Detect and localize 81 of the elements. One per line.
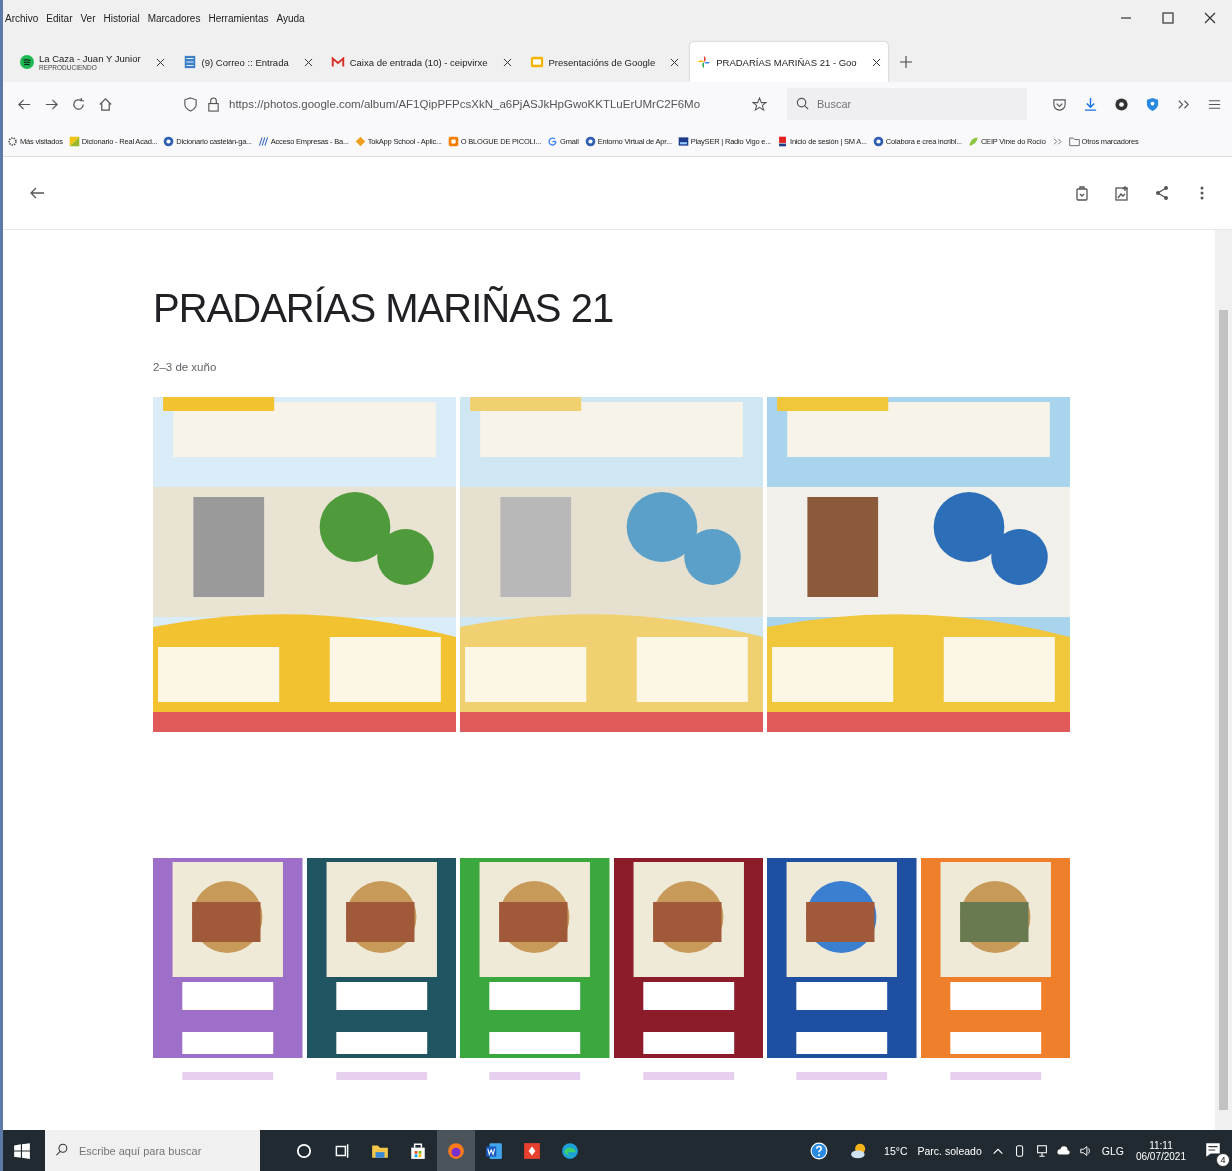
- clock-date: 06/07/2021: [1135, 1150, 1186, 1162]
- share-icon[interactable]: [1154, 185, 1170, 201]
- tab-title: PRADARÍAS MARIÑAS 21 - Goo: [716, 56, 857, 68]
- temperature: 15°C: [884, 1144, 908, 1157]
- book-icon: [68, 135, 80, 147]
- task-view-icon[interactable]: [333, 1141, 351, 1160]
- mail-icon: [182, 55, 197, 69]
- menu-item[interactable]: Herramientas: [208, 12, 269, 24]
- google-icon: [547, 135, 559, 147]
- music-icon: [20, 55, 34, 69]
- browser-tab[interactable]: Caixa de entrada (10) - ceipvirxe: [323, 42, 519, 82]
- shield-icon: [183, 96, 198, 112]
- menu-item[interactable]: Editar: [46, 12, 73, 24]
- scrollbar[interactable]: [1215, 230, 1232, 1130]
- maximize-icon[interactable]: [1162, 12, 1174, 24]
- download-icon[interactable]: [1083, 96, 1098, 112]
- menu-item[interactable]: Archivo: [5, 12, 39, 24]
- close-icon[interactable]: [670, 57, 680, 67]
- menu-item[interactable]: Marcadores: [147, 12, 201, 24]
- close-icon[interactable]: [871, 57, 881, 67]
- star-icon[interactable]: [752, 96, 767, 112]
- gear-icon: [7, 135, 18, 147]
- notification-count: 4: [1216, 1152, 1230, 1167]
- folder-icon: [1068, 135, 1080, 147]
- notification-icon[interactable]: [1204, 1140, 1222, 1159]
- volume-icon[interactable]: [1078, 1143, 1093, 1158]
- menu-item[interactable]: Ver: [80, 12, 96, 24]
- home-icon[interactable]: [98, 96, 113, 112]
- store-icon[interactable]: [409, 1141, 427, 1160]
- diamond-icon: [354, 135, 366, 147]
- clock[interactable]: 11:11 06/07/2021: [1135, 1139, 1186, 1162]
- search-field[interactable]: Buscar: [787, 88, 1027, 120]
- word-icon[interactable]: [485, 1141, 503, 1160]
- pinwheel-icon: [697, 55, 712, 69]
- address-field[interactable]: https://photos.google.com/album/AF1QipPFPcsXkN_a6PjASJkHpGwoKKTLuErUMrC2F6Mo: [175, 88, 775, 120]
- cloud-icon[interactable]: [1056, 1143, 1071, 1158]
- globe-icon: [872, 135, 884, 147]
- firefox-icon[interactable]: [447, 1141, 465, 1160]
- clock-time: 11:11: [1149, 1139, 1173, 1151]
- new-tab-icon[interactable]: [899, 56, 912, 68]
- tab-title: La Caza - Juan Y Junior: [39, 53, 141, 64]
- flag-icon: [777, 135, 788, 147]
- tab-title: Presentacións de Google: [548, 56, 656, 68]
- cortana-icon[interactable]: [295, 1141, 313, 1160]
- album-date: 2–3 de xuño: [153, 361, 218, 373]
- language-indicator[interactable]: GLG: [1101, 1144, 1124, 1157]
- browser-tab[interactable]: PRADARÍAS MARIÑAS 21 - Goo: [690, 42, 888, 82]
- browser-tab[interactable]: Presentacións de Google: [522, 42, 687, 82]
- back-icon[interactable]: [29, 185, 45, 201]
- bank-icon: [257, 135, 269, 147]
- add-photo-icon[interactable]: [1114, 185, 1130, 201]
- extension-icon[interactable]: [1114, 96, 1129, 112]
- close-icon[interactable]: [502, 57, 512, 67]
- network-icon[interactable]: [1034, 1143, 1049, 1158]
- help-icon[interactable]: [810, 1141, 829, 1160]
- slides-icon: [529, 55, 544, 69]
- blog-icon: [447, 135, 459, 147]
- weather-condition: Parc. soleado: [917, 1144, 982, 1157]
- reload-icon[interactable]: [71, 96, 86, 112]
- shield-icon[interactable]: [1145, 96, 1160, 112]
- taskbar-search-field[interactable]: Escribe aquí para buscar: [45, 1130, 260, 1171]
- browser-tab[interactable]: (9) Correo :: Entrada: [175, 42, 320, 82]
- menu-item[interactable]: Historial: [103, 12, 140, 24]
- globe-icon: [163, 135, 175, 147]
- leaf-icon: [967, 135, 979, 147]
- edge-icon[interactable]: [561, 1141, 579, 1160]
- gmail-icon: [330, 55, 345, 69]
- app-icon[interactable]: [523, 1141, 541, 1160]
- close-icon[interactable]: [155, 57, 165, 67]
- tab-title: (9) Correo :: Entrada: [201, 56, 289, 68]
- album-title: PRADARÍAS MARIÑAS 21: [153, 286, 615, 331]
- padlock-icon: [206, 96, 221, 112]
- globe-icon: [584, 135, 596, 147]
- radio-icon: [677, 135, 689, 147]
- close-icon[interactable]: [303, 57, 313, 67]
- tab-title: Caixa de entrada (10) - ceipvirxe: [349, 56, 488, 68]
- start-icon[interactable]: [13, 1141, 31, 1160]
- pocket-icon[interactable]: [1052, 96, 1067, 112]
- menu-item[interactable]: Ayuda: [276, 12, 305, 24]
- bag-icon[interactable]: [1074, 185, 1090, 201]
- close-icon[interactable]: [1204, 12, 1216, 24]
